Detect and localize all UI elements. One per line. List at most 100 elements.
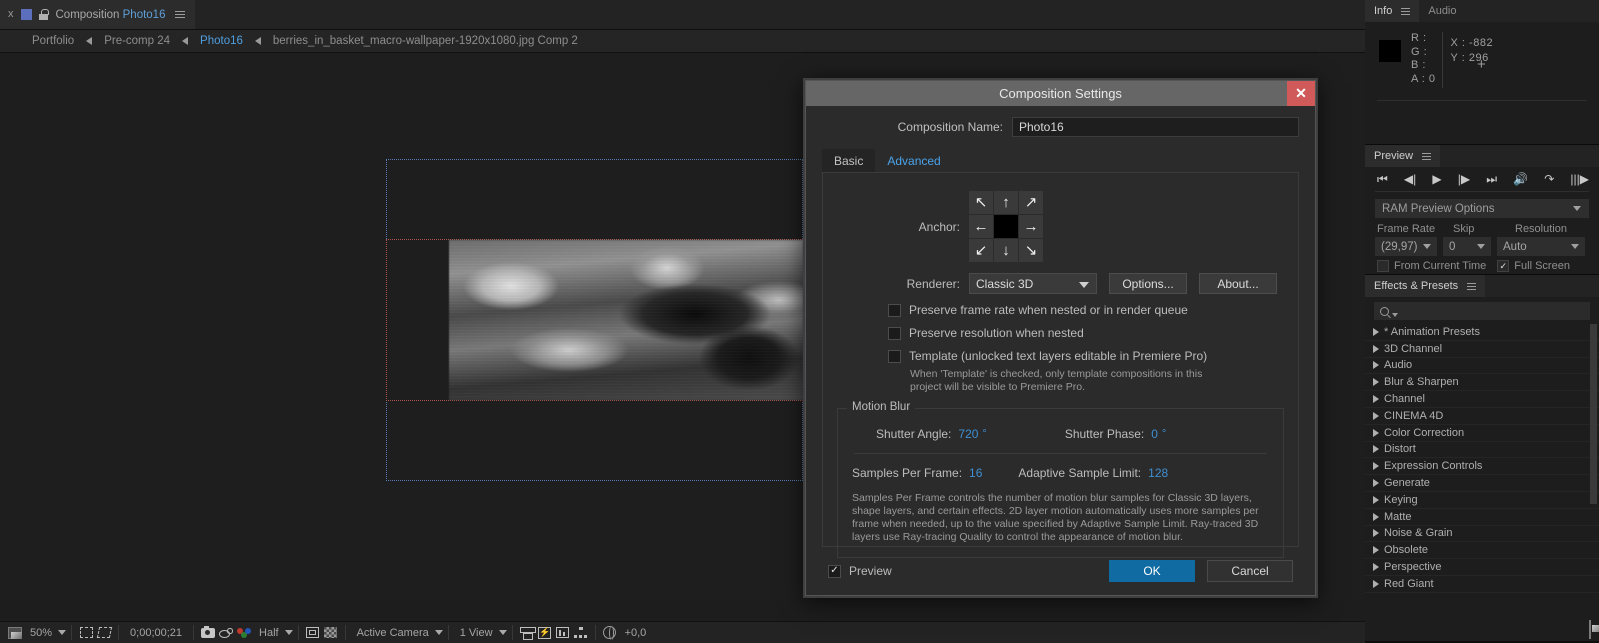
chevron-right-icon[interactable] [1373,563,1379,572]
cancel-button[interactable]: Cancel [1207,560,1293,582]
composition-name-input[interactable]: Photo16 [1012,117,1299,137]
view-layout-value[interactable]: 1 View [454,627,499,639]
tab-audio[interactable]: Audio [1419,0,1466,22]
frame-rate-select[interactable]: (29,97) [1375,237,1437,256]
anchor-cell-bottom-right[interactable]: ↘ [1019,239,1043,262]
tab-preview[interactable]: Preview [1365,145,1441,167]
timeline-graph-icon[interactable] [554,625,572,641]
list-item[interactable]: Expression Controls [1365,458,1599,476]
chevron-right-icon[interactable] [1373,411,1379,420]
active-camera-value[interactable]: Active Camera [351,627,435,639]
anchor-cell-middle-left[interactable]: ← [969,215,993,238]
prev-frame-icon[interactable]: ◀| [1404,173,1416,185]
tab-basic[interactable]: Basic [822,149,876,173]
loop-icon[interactable]: ↷ [1544,173,1554,185]
chevron-right-icon[interactable] [1373,428,1379,437]
from-current-time-checkbox[interactable] [1377,260,1389,272]
audio-icon[interactable]: 🔊 [1513,173,1528,185]
chevron-right-icon[interactable] [1373,395,1379,404]
template-row[interactable]: Template (unlocked text layers editable … [837,349,1284,363]
anchor-cell-top-right[interactable]: ↗ [1019,191,1043,214]
exposure-offset[interactable]: +0,0 [619,627,653,639]
renderer-select[interactable]: Classic 3D [969,273,1097,294]
ok-button[interactable]: OK [1109,560,1195,582]
samples-per-frame-value[interactable]: 16 [969,466,982,480]
preserve-frame-rate-row[interactable]: Preserve frame rate when nested or in re… [837,303,1284,317]
pixel-aspect-icon[interactable] [518,625,536,641]
renderer-options-button[interactable]: Options... [1109,273,1187,294]
scrollbar[interactable] [1590,324,1597,504]
list-item[interactable]: Noise & Grain [1365,526,1599,543]
preserve-resolution-checkbox[interactable] [888,326,901,340]
ram-preview-options-select[interactable]: RAM Preview Options [1375,199,1589,218]
ram-preview-icon[interactable]: |||▶ [1570,173,1589,185]
resolution-select[interactable]: Auto [1497,237,1585,256]
renderer-about-button[interactable]: About... [1199,273,1277,294]
camera-dropdown-icon[interactable] [434,630,443,635]
transparency-grid-icon[interactable] [322,625,340,641]
chevron-right-icon[interactable] [1373,529,1379,538]
list-item[interactable]: Audio [1365,358,1599,375]
panel-menu-icon[interactable] [1467,282,1477,290]
list-item[interactable]: Generate [1365,475,1599,492]
tab-advanced[interactable]: Advanced [875,149,953,173]
anchor-cell-bottom-left[interactable]: ↙ [969,239,993,262]
breadcrumb-item-photo16[interactable]: Photo16 [190,35,253,47]
comp-flowchart-icon[interactable] [572,625,590,641]
anchor-cell-middle-right[interactable]: → [1019,215,1043,238]
full-screen-checkbox[interactable]: ✓ [1497,260,1510,272]
close-icon[interactable]: ✕ [1287,81,1315,106]
chevron-right-icon[interactable] [1373,546,1379,555]
effects-search-input[interactable] [1374,302,1590,320]
chevron-right-icon[interactable] [1373,579,1379,588]
snapshot-icon[interactable] [199,625,217,641]
chevron-right-icon[interactable] [1373,327,1379,336]
anchor-cell-center[interactable] [994,215,1018,238]
adaptive-sample-limit-value[interactable]: 128 [1148,466,1168,480]
resolution-dropdown-icon[interactable] [284,630,293,635]
list-item[interactable]: CINEMA 4D [1365,408,1599,425]
list-item[interactable]: Channel [1365,391,1599,408]
list-item[interactable]: Distort [1365,442,1599,459]
breadcrumb-item-portfolio[interactable]: Portfolio [22,35,84,47]
close-tab-icon[interactable]: x [8,9,14,20]
chevron-right-icon[interactable] [1373,479,1379,488]
next-frame-icon[interactable]: |▶ [1458,173,1470,185]
list-item[interactable]: Matte [1365,509,1599,526]
list-item[interactable]: Perspective [1365,559,1599,576]
region-of-interest-icon[interactable] [77,625,95,641]
chevron-right-icon[interactable] [1373,378,1379,387]
shutter-angle-value[interactable]: 720 [958,427,978,441]
list-item[interactable]: Blur & Sharpen [1365,374,1599,392]
chevron-right-icon[interactable] [1373,361,1379,370]
first-frame-icon[interactable]: ⏮ [1377,173,1388,185]
reset-exposure-icon[interactable] [601,625,619,641]
play-icon[interactable]: ▶ [1432,173,1441,185]
current-timecode[interactable]: 0;00;00;21 [124,627,188,639]
list-item[interactable]: * Animation Presets [1365,324,1599,341]
anchor-cell-top-center[interactable]: ↑ [994,191,1018,214]
preview-checkbox[interactable]: ✓ [828,564,841,578]
channel-rgb-icon[interactable] [235,625,253,641]
template-checkbox[interactable] [888,349,901,363]
breadcrumb-item-source-comp[interactable]: berries_in_basket_macro-wallpaper-1920x1… [263,35,588,47]
panel-menu-icon[interactable] [1422,152,1432,160]
preserve-frame-rate-checkbox[interactable] [888,303,901,317]
list-item[interactable]: Keying [1365,492,1599,509]
panel-menu-icon[interactable] [175,11,186,18]
tab-effects-and-presets[interactable]: Effects & Presets [1365,275,1486,297]
skip-select[interactable]: 0 [1443,237,1491,256]
list-item[interactable]: Color Correction [1365,425,1599,442]
anchor-cell-bottom-center[interactable]: ↓ [994,239,1018,262]
panel-resize-grip[interactable] [1589,620,1591,639]
resolution-value[interactable]: Half [253,627,285,639]
view-layout-dropdown-icon[interactable] [498,630,507,635]
preview-checkbox-row[interactable]: ✓ Preview [828,564,892,578]
zoom-dropdown-icon[interactable] [58,630,67,635]
composition-tab[interactable]: x Composition Photo16 [0,0,196,29]
panel-menu-icon[interactable] [1401,7,1411,15]
fast-preview-icon[interactable]: ⚡ [536,625,554,641]
toggle-transparency-grid-icon[interactable] [6,625,24,641]
chevron-right-icon[interactable] [1373,445,1379,454]
list-item[interactable]: Obsolete [1365,542,1599,560]
